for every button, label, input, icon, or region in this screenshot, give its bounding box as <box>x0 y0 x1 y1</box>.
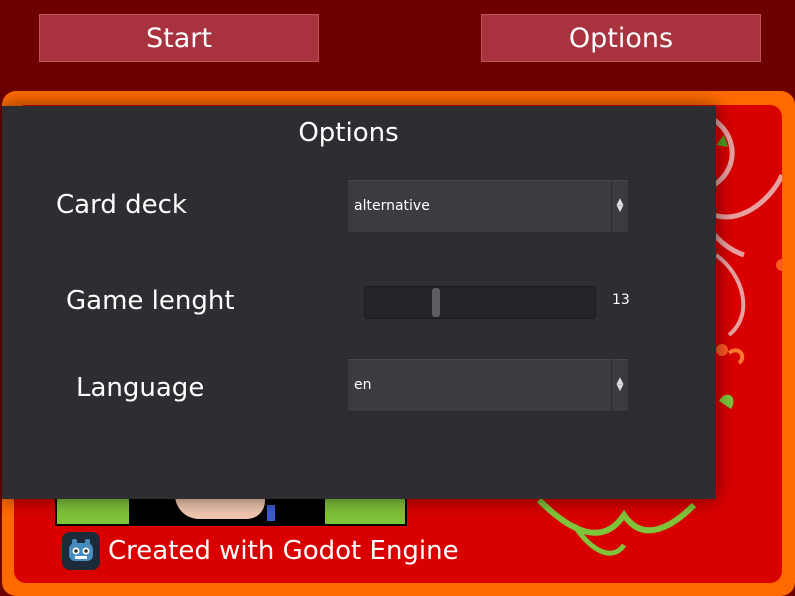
card-deck-select[interactable]: alternative ▲ ▼ <box>347 179 629 233</box>
godot-credit: Created with Godot Engine <box>62 531 459 571</box>
game-length-value: 13 <box>612 292 630 308</box>
credit-text: Created with Godot Engine <box>108 536 459 566</box>
dialog-title: Options <box>298 118 399 148</box>
updown-arrows-icon: ▲ ▼ <box>611 359 628 411</box>
language-label: Language <box>76 373 205 403</box>
card-deck-label: Card deck <box>56 190 187 220</box>
godot-logo-icon <box>62 532 100 570</box>
card-deck-value: alternative <box>354 198 430 214</box>
game-length-slider[interactable] <box>364 286 596 319</box>
language-value: en <box>354 377 372 393</box>
start-button[interactable]: Start <box>39 14 319 62</box>
language-select[interactable]: en ▲ ▼ <box>347 358 629 412</box>
options-button[interactable]: Options <box>481 14 761 62</box>
options-dialog: Options Card deck alternative ▲ ▼ Game le… <box>2 106 716 499</box>
updown-arrows-icon: ▲ ▼ <box>611 180 628 232</box>
card-artwork <box>55 495 407 526</box>
game-length-label: Game lenght <box>66 286 235 316</box>
slider-grabber[interactable] <box>432 288 440 317</box>
